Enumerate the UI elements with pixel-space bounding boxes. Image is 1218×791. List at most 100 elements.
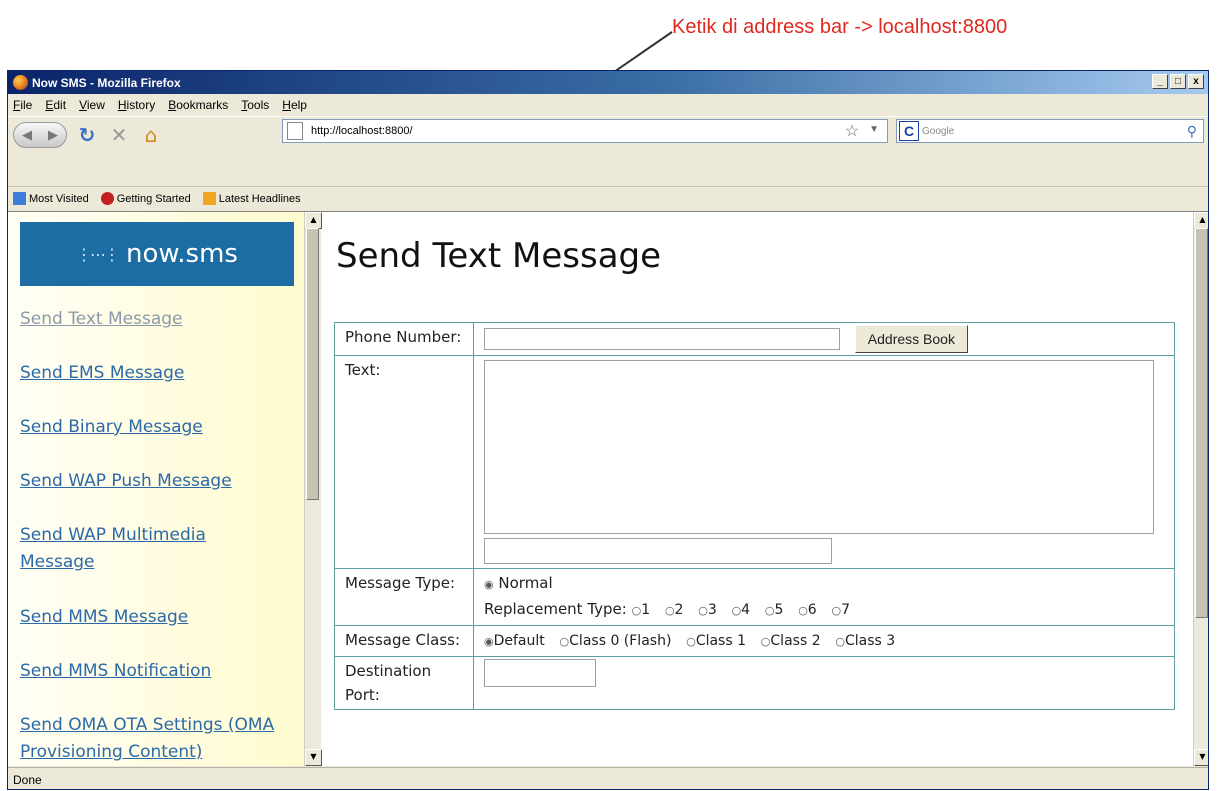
sidebar-scrollbar[interactable]: ▲ ▼ — [304, 212, 322, 766]
forward-icon[interactable]: ▶ — [48, 128, 58, 143]
radio-replacement-4[interactable]: ○ — [732, 604, 742, 617]
bookmark-most-visited[interactable]: Most Visited — [13, 192, 89, 205]
menu-view[interactable]: View — [79, 98, 105, 112]
firefox-bookmark-icon — [100, 192, 114, 205]
radio-replacement-1[interactable]: ○ — [632, 604, 642, 617]
minimize-button[interactable]: _ — [1152, 74, 1168, 89]
sidebar-link-binary[interactable]: Send Binary Message — [20, 414, 203, 441]
radio-class-0[interactable]: ○ — [560, 635, 570, 648]
close-button[interactable]: x — [1188, 74, 1204, 89]
class-option: Class 0 (Flash) — [569, 633, 672, 649]
logo-dots-icon: ⋮⋯⋮ — [76, 244, 120, 264]
back-forward-button[interactable]: ◀ ▶ — [13, 122, 67, 148]
address-bar[interactable]: http://localhost:8800/ ☆ ▼ — [282, 119, 888, 143]
nowsms-logo: ⋮⋯⋮ now.sms — [20, 222, 294, 286]
main-scrollbar[interactable]: ▲ ▼ — [1193, 212, 1208, 766]
radio-replacement-3[interactable]: ○ — [698, 604, 708, 617]
stop-icon[interactable]: ✕ — [107, 123, 131, 147]
text-label: Text: — [334, 355, 474, 569]
bookmark-label: Getting Started — [116, 192, 191, 205]
rss-icon — [202, 192, 216, 205]
maximize-button[interactable]: □ — [1170, 74, 1186, 89]
message-class-label: Message Class: — [334, 625, 474, 657]
menu-help[interactable]: Help — [282, 98, 307, 112]
sidebar-link-wap-multimedia[interactable]: Send WAP Multimedia Message — [20, 522, 240, 576]
message-textarea[interactable] — [484, 360, 1154, 534]
dropdown-icon[interactable]: ▼ — [869, 121, 879, 141]
scroll-down-icon[interactable]: ▼ — [1194, 749, 1208, 766]
replacement-option: 3 — [707, 602, 717, 618]
radio-class-1[interactable]: ○ — [686, 635, 696, 648]
class-option: Default — [493, 633, 545, 649]
bookmark-label: Most Visited — [29, 192, 89, 205]
radio-normal[interactable]: ◉ — [484, 578, 494, 591]
destination-port-row: Destination Port: — [334, 656, 1175, 710]
bookmark-getting-started[interactable]: Getting Started — [100, 192, 191, 205]
menu-bookmarks[interactable]: Bookmarks — [168, 98, 228, 112]
bookmark-label: Latest Headlines — [218, 192, 301, 205]
sidebar-frame: ⋮⋯⋮ now.sms Send Text Message Send EMS M… — [8, 212, 304, 766]
page-icon — [287, 122, 303, 140]
char-count-field — [484, 538, 832, 564]
search-box[interactable]: C Google ⚲ — [896, 119, 1204, 143]
back-icon[interactable]: ◀ — [22, 128, 32, 143]
sidebar-link-mms[interactable]: Send MMS Message — [20, 604, 188, 631]
sidebar-link-mms-notification[interactable]: Send MMS Notification — [20, 658, 211, 685]
sidebar-link-oma-ota[interactable]: Send OMA OTA Settings (OMA Provisioning … — [20, 712, 305, 766]
reload-icon[interactable]: ↻ — [75, 123, 99, 147]
page-title: Send Text Message — [336, 236, 662, 276]
status-bar: Done — [8, 767, 1208, 789]
radio-replacement-7[interactable]: ○ — [832, 604, 842, 617]
replacement-option: 2 — [674, 602, 684, 618]
phone-row: Phone Number: Address Book — [334, 322, 1175, 356]
text-row: Text: — [334, 355, 1175, 569]
home-icon[interactable]: ⌂ — [139, 123, 163, 147]
address-book-button[interactable]: Address Book — [854, 325, 968, 353]
bookmarks-bar: Most Visited Getting Started Latest Head… — [8, 186, 1208, 210]
replacement-option: 4 — [741, 602, 751, 618]
message-type-label: Message Type: — [334, 568, 474, 626]
replacement-option: 1 — [641, 602, 651, 618]
destination-port-input[interactable] — [484, 659, 596, 687]
main-scroll-thumb[interactable] — [1195, 228, 1208, 618]
message-type-row: Message Type: ◉ Normal Replacement Type:… — [334, 568, 1175, 626]
replacement-option: 6 — [807, 602, 817, 618]
browser-window: Now SMS - Mozilla Firefox _ □ x File Edi… — [7, 70, 1209, 790]
scroll-down-icon[interactable]: ▼ — [305, 749, 322, 766]
radio-class-default[interactable]: ◉ — [484, 635, 494, 648]
radio-class-3[interactable]: ○ — [835, 635, 845, 648]
radio-replacement-6[interactable]: ○ — [798, 604, 808, 617]
search-icon[interactable]: ⚲ — [1187, 123, 1197, 140]
sidebar-link-wap-push[interactable]: Send WAP Push Message — [20, 468, 232, 495]
firefox-icon — [13, 75, 28, 90]
menu-tools[interactable]: Tools — [241, 98, 269, 112]
class-option: Class 1 — [695, 633, 747, 649]
scroll-up-icon[interactable]: ▲ — [305, 212, 322, 229]
most-visited-icon — [13, 192, 26, 205]
destination-port-label: Destination Port: — [334, 656, 474, 710]
class-option: Class 2 — [770, 633, 821, 649]
url-text[interactable]: http://localhost:8800/ — [311, 125, 413, 137]
annotation-text: Ketik di address bar -> localhost:8800 — [672, 16, 1008, 38]
menu-file[interactable]: File — [13, 98, 32, 112]
radio-replacement-2[interactable]: ○ — [665, 604, 675, 617]
class-option: Class 3 — [845, 633, 896, 649]
phone-label: Phone Number: — [334, 322, 474, 356]
normal-option-label: Normal — [498, 574, 553, 592]
google-icon[interactable]: C — [899, 121, 919, 141]
sidebar-scroll-thumb[interactable] — [306, 228, 319, 500]
scroll-up-icon[interactable]: ▲ — [1194, 212, 1208, 229]
menu-bar: File Edit View History Bookmarks Tools H… — [8, 94, 1208, 116]
page-content: ⋮⋯⋮ now.sms Send Text Message Send EMS M… — [8, 211, 1208, 766]
main-frame: Send Text Message Phone Number: Address … — [322, 212, 1193, 766]
status-text: Done — [13, 772, 42, 787]
sidebar-link-ems[interactable]: Send EMS Message — [20, 360, 184, 387]
menu-history[interactable]: History — [118, 98, 155, 112]
menu-edit[interactable]: Edit — [45, 98, 66, 112]
sidebar-link-text[interactable]: Send Text Message — [20, 306, 183, 333]
bookmark-latest-headlines[interactable]: Latest Headlines — [202, 192, 301, 205]
star-icon[interactable]: ☆ — [845, 121, 859, 141]
phone-input[interactable] — [484, 328, 840, 350]
send-form: Phone Number: Address Book Text: Message… — [334, 322, 1175, 710]
radio-class-2[interactable]: ○ — [761, 635, 771, 648]
